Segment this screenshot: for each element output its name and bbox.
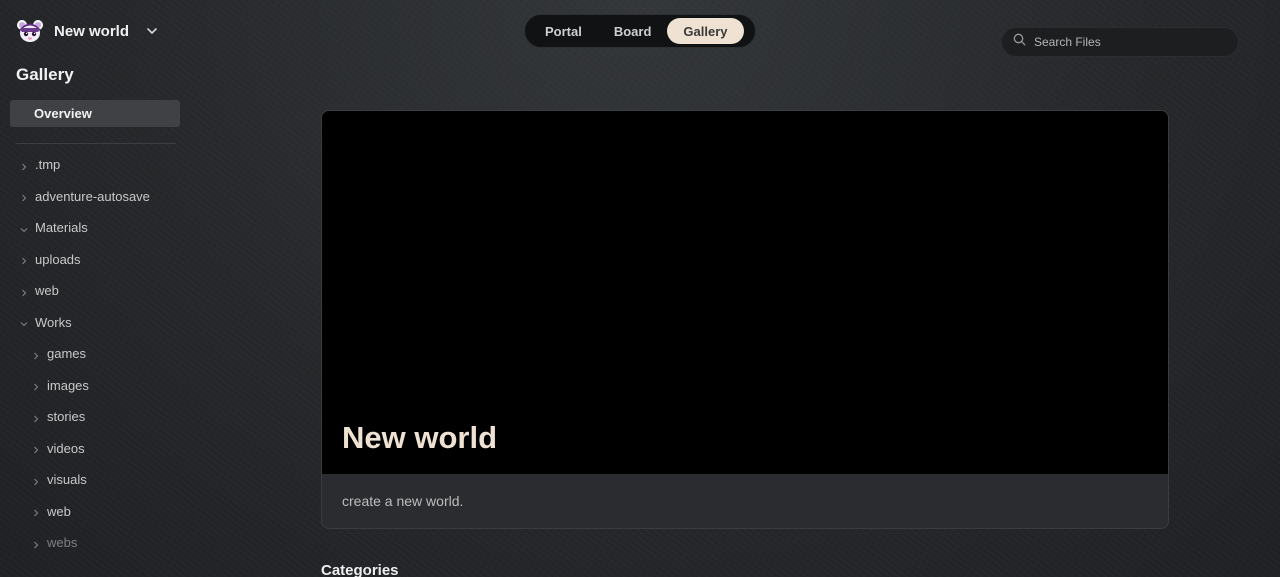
tree-item[interactable]: Works [0, 307, 190, 339]
tab-portal[interactable]: Portal [529, 18, 598, 44]
sidebar-divider [16, 143, 176, 144]
tree-item[interactable]: uploads [0, 244, 190, 276]
tree-item-label: visuals [47, 472, 87, 488]
card-title: New world [342, 420, 498, 455]
chevron-right-icon[interactable] [31, 380, 41, 391]
workspace-name: New world [54, 22, 130, 40]
tree-item-label: .tmp [35, 157, 61, 173]
view-tabs: Portal Board Gallery [524, 14, 756, 48]
tree-item-label: videos [47, 440, 85, 456]
chevron-right-icon[interactable] [31, 475, 41, 486]
overview-button[interactable]: Overview [10, 100, 180, 127]
tree-item-label: uploads [35, 251, 81, 267]
chevron-right-icon[interactable] [19, 160, 29, 171]
tree-item[interactable]: visuals [0, 464, 190, 496]
tree-item[interactable]: games [0, 338, 190, 370]
tree-item-label: web [35, 283, 59, 299]
chevron-down-icon[interactable] [19, 223, 29, 233]
tree-item-label: adventure-autosave [35, 188, 150, 204]
chevron-down-icon[interactable] [145, 24, 159, 38]
search-input[interactable] [1034, 35, 1224, 49]
categories-heading: Categories [321, 562, 399, 577]
tree-item[interactable]: web [0, 275, 190, 307]
chevron-right-icon[interactable] [31, 538, 41, 549]
tree-item[interactable]: images [0, 370, 190, 402]
chevron-right-icon[interactable] [31, 412, 41, 423]
tree-item-label: webs [47, 535, 78, 551]
tree-item[interactable]: videos [0, 433, 190, 465]
tree-item[interactable]: stories [0, 401, 190, 433]
card-hero-image: New world [322, 111, 1168, 474]
folder-tree: .tmp adventure-autosave Materials uploads we… [0, 149, 190, 559]
tree-item[interactable]: adventure-autosave [0, 181, 190, 213]
tab-board[interactable]: Board [598, 18, 668, 44]
chevron-right-icon[interactable] [19, 191, 29, 202]
chevron-right-icon[interactable] [31, 506, 41, 517]
workspace-avatar-icon [16, 18, 44, 44]
chevron-right-icon[interactable] [19, 254, 29, 265]
chevron-right-icon[interactable] [19, 286, 29, 297]
search-box[interactable] [1001, 27, 1239, 57]
gallery-card[interactable]: New world create a new world. [321, 110, 1169, 529]
tree-item-label: images [47, 377, 89, 393]
tree-item-label: Works [35, 314, 72, 330]
tree-item-label: stories [47, 409, 86, 425]
tree-item-label: web [47, 503, 71, 519]
tree-item-label: games [47, 346, 87, 362]
section-title: Gallery [16, 65, 74, 84]
chevron-down-icon[interactable] [19, 317, 29, 327]
chevron-right-icon[interactable] [31, 349, 41, 360]
card-description: create a new world. [342, 493, 464, 509]
tree-item-label: Materials [35, 220, 88, 236]
sidebar: New world Gallery Overview .tmp adventure… [0, 0, 190, 577]
tree-item[interactable]: webs [0, 527, 190, 559]
chevron-right-icon[interactable] [31, 443, 41, 454]
search-icon [1013, 33, 1026, 51]
workspace-switcher[interactable]: New world [16, 18, 159, 44]
tree-item[interactable]: web [0, 496, 190, 528]
tab-gallery[interactable]: Gallery [667, 18, 744, 44]
tree-item[interactable]: .tmp [0, 149, 190, 181]
tree-item[interactable]: Materials [0, 212, 190, 244]
